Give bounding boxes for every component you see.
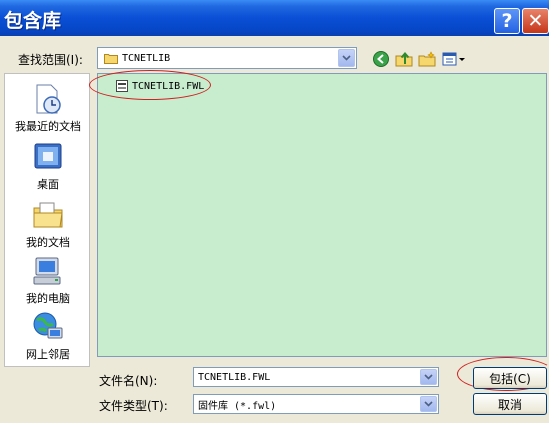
- close-icon: ✕: [527, 10, 544, 32]
- chevron-down-icon: [342, 55, 351, 61]
- place-my-computer[interactable]: 我的电脑: [5, 254, 91, 306]
- my-documents-icon: [33, 202, 63, 228]
- places-bar: 我最近的文档 桌面 我的文档 我的电脑 网上邻居: [4, 73, 90, 367]
- recent-documents-icon: [36, 84, 61, 114]
- back-icon[interactable]: [372, 50, 390, 68]
- new-folder-icon[interactable]: [418, 50, 436, 68]
- title-bar[interactable]: 包含库 ? ✕: [0, 0, 549, 36]
- lookin-label: 查找范围(I):: [18, 53, 83, 67]
- filetype-dropdown-arrow[interactable]: [420, 396, 437, 412]
- help-icon: ?: [501, 10, 513, 32]
- place-label: 我的电脑: [26, 292, 70, 305]
- filename-dropdown-arrow[interactable]: [420, 369, 437, 385]
- highlight-annotation: [89, 70, 211, 100]
- place-label: 桌面: [37, 178, 59, 191]
- view-menu-icon[interactable]: [442, 50, 468, 68]
- lookin-dropdown-arrow[interactable]: [338, 49, 355, 67]
- chevron-down-icon: [424, 401, 433, 407]
- close-button[interactable]: ✕: [522, 8, 549, 34]
- up-folder-icon[interactable]: [395, 50, 413, 68]
- lookin-dropdown[interactable]: TCNETLIB: [97, 47, 357, 69]
- window-title: 包含库: [4, 10, 62, 32]
- file-list[interactable]: TCNETLIB.FWL: [97, 73, 547, 357]
- help-button[interactable]: ?: [494, 8, 520, 34]
- place-network[interactable]: 网上邻居: [5, 310, 91, 362]
- filetype-value: 固件库 (*.fwl): [198, 400, 277, 412]
- filetype-dropdown[interactable]: 固件库 (*.fwl): [193, 394, 439, 414]
- desktop-icon: [34, 143, 62, 169]
- network-icon: [33, 312, 63, 339]
- filename-input[interactable]: TCNETLIB.FWL: [193, 367, 439, 387]
- place-label: 我的文档: [26, 236, 70, 249]
- chevron-down-icon: [424, 374, 433, 380]
- place-label: 我最近的文档: [15, 120, 81, 133]
- lookin-value: TCNETLIB: [122, 52, 171, 64]
- place-recent-documents[interactable]: 我最近的文档: [5, 82, 91, 134]
- include-button[interactable]: 包括(C): [473, 367, 547, 389]
- place-my-documents[interactable]: 我的文档: [5, 198, 91, 250]
- filename-label: 文件名(N):: [99, 374, 158, 388]
- filetype-label: 文件类型(T):: [99, 399, 168, 413]
- place-desktop[interactable]: 桌面: [5, 140, 91, 192]
- cancel-button[interactable]: 取消: [473, 393, 547, 415]
- my-computer-icon: [33, 257, 61, 285]
- folder-icon: [104, 53, 118, 64]
- place-label: 网上邻居: [26, 348, 70, 361]
- filename-value: TCNETLIB.FWL: [198, 371, 271, 383]
